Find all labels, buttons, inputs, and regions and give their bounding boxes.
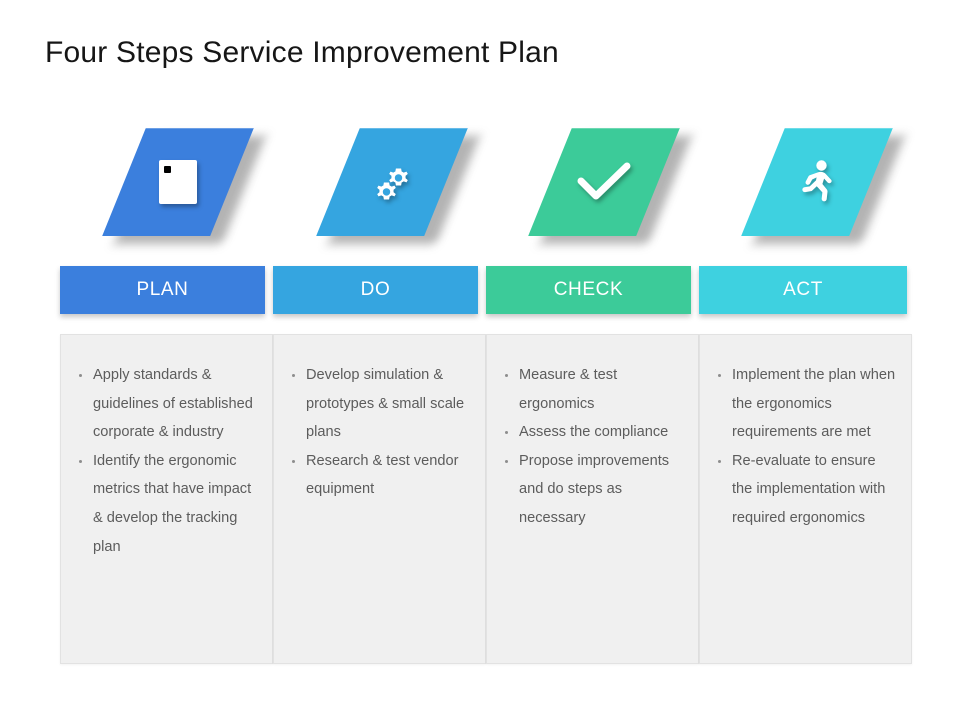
step-label-text: ACT xyxy=(783,279,823,300)
step-panel-check: Measure & test ergonomics Assess the comp… xyxy=(486,334,699,664)
step-bullet-item: Identify the ergonomic metrics that have… xyxy=(73,447,258,561)
step-tile-do xyxy=(310,122,525,244)
step-panel-plan: Apply standards & guidelines of establis… xyxy=(60,334,273,664)
step-tile-check xyxy=(522,122,737,244)
step-label-bar-act[interactable]: ACT xyxy=(699,266,907,314)
step-bullet-list: Measure & test ergonomics Assess the comp… xyxy=(487,335,698,533)
step-bullet-list: Implement the plan when the ergonomics r… xyxy=(700,335,911,533)
step-tile-act xyxy=(735,122,950,244)
step-bullet-item: Research & test vendor equipment xyxy=(286,447,471,504)
step-bullet-list: Develop simulation & prototypes & small … xyxy=(274,335,485,504)
step-label-text: PLAN xyxy=(136,279,189,300)
step-bullet-list: Apply standards & guidelines of establis… xyxy=(61,335,272,561)
step-bullet-item: Re-evaluate to ensure the implementation… xyxy=(712,447,897,533)
step-label-bar-do[interactable]: DO xyxy=(273,266,478,314)
step-bullet-item: Assess the compliance xyxy=(499,418,684,447)
step-panel-act: Implement the plan when the ergonomics r… xyxy=(699,334,912,664)
step-bullet-item: Apply standards & guidelines of establis… xyxy=(73,361,258,447)
step-bullet-item: Develop simulation & prototypes & small … xyxy=(286,361,471,447)
step-bullet-item: Measure & test ergonomics xyxy=(499,361,684,418)
slide-canvas: Four Steps Service Improvement Plan PLAN… xyxy=(0,0,960,720)
step-panel-do: Develop simulation & prototypes & small … xyxy=(273,334,486,664)
step-tile-plan xyxy=(96,122,311,244)
step-label-bar-plan[interactable]: PLAN xyxy=(60,266,265,314)
step-label-bar-check[interactable]: CHECK xyxy=(486,266,691,314)
step-label-text: CHECK xyxy=(553,279,624,300)
step-label-text: DO xyxy=(360,279,391,300)
step-bullet-item: Implement the plan when the ergonomics r… xyxy=(712,361,897,447)
page-title: Four Steps Service Improvement Plan xyxy=(45,36,559,69)
step-bullet-item: Propose improvements and do steps as nec… xyxy=(499,447,684,533)
